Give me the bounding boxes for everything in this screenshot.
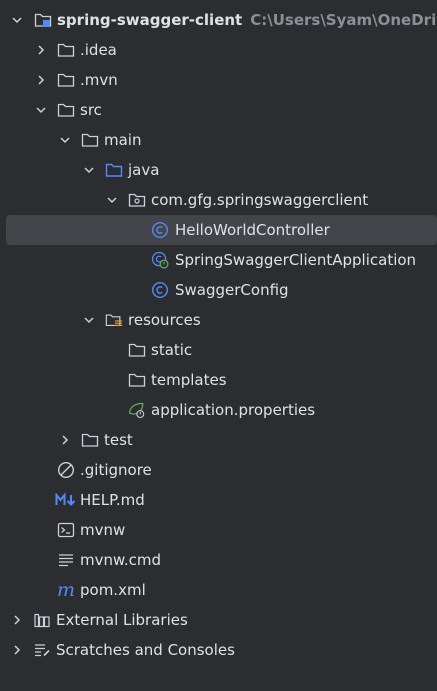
chevron-down-icon[interactable] [10, 13, 24, 27]
tree-row-java[interactable]: java [0, 155, 437, 185]
tree-item-label: .mvn [80, 71, 118, 89]
spring-properties-icon [128, 401, 146, 419]
class-icon [151, 221, 169, 239]
class-icon [151, 281, 169, 299]
module-folder-icon [34, 11, 52, 29]
tree-row-src[interactable]: src [0, 95, 437, 125]
tree-item-label: mvnw.cmd [80, 551, 162, 569]
tree-row-gitignore[interactable]: .gitignore [0, 455, 437, 485]
tree-item-label: .gitignore [80, 461, 152, 479]
tree-row-spring-app[interactable]: SpringSwaggerClientApplication [0, 245, 437, 275]
folder-icon [57, 41, 75, 59]
tree-row-pom-xml[interactable]: m pom.xml [0, 575, 437, 605]
tree-item-label: HELP.md [80, 491, 145, 509]
resources-folder-icon [105, 311, 123, 329]
tree-item-label: main [104, 131, 142, 149]
markdown-icon [55, 491, 77, 509]
package-icon [128, 191, 146, 209]
chevron-right-icon[interactable] [58, 433, 72, 447]
tree-row-mvnw[interactable]: mvnw [0, 515, 437, 545]
project-name: spring-swagger-client [57, 11, 243, 29]
chevron-down-icon[interactable] [82, 163, 96, 177]
tree-item-label: application.properties [151, 401, 316, 419]
libraries-icon [33, 611, 51, 629]
tree-item-label: src [80, 101, 102, 119]
tree-item-label: External Libraries [56, 611, 188, 629]
chevron-right-icon[interactable] [10, 613, 24, 627]
tree-item-label: mvnw [80, 521, 126, 539]
tree-row-swagger-config[interactable]: SwaggerConfig [0, 275, 437, 305]
tree-item-label: static [151, 341, 193, 359]
tree-row-idea[interactable]: .idea [0, 35, 437, 65]
folder-icon [57, 101, 75, 119]
chevron-right-icon[interactable] [10, 643, 24, 657]
chevron-down-icon[interactable] [34, 103, 48, 117]
folder-icon [81, 131, 99, 149]
tree-item-label: com.gfg.springswaggerclient [151, 191, 369, 209]
tree-row-main[interactable]: main [0, 125, 437, 155]
tree-row-resources[interactable]: resources [0, 305, 437, 335]
tree-row-test[interactable]: test [0, 425, 437, 455]
tree-row-static[interactable]: static [0, 335, 437, 365]
tree-item-label: HelloWorldController [175, 221, 330, 239]
tree-item-label: SwaggerConfig [175, 281, 289, 299]
terminal-icon [57, 521, 75, 539]
tree-item-label: SpringSwaggerClientApplication [175, 251, 417, 269]
ignore-file-icon [57, 461, 75, 479]
tree-row-mvn[interactable]: .mvn [0, 65, 437, 95]
chevron-down-icon[interactable] [105, 193, 119, 207]
scratches-icon [33, 641, 51, 659]
project-tree: spring-swagger-client C:\Users\Syam\OneDr… [0, 0, 437, 691]
folder-icon [128, 341, 146, 359]
tree-item-label: resources [128, 311, 201, 329]
tree-row-application-properties[interactable]: application.properties [0, 395, 437, 425]
chevron-down-icon[interactable] [58, 133, 72, 147]
tree-row-project-root[interactable]: spring-swagger-client C:\Users\Syam\OneDr… [0, 5, 437, 35]
tree-item-label: java [128, 161, 160, 179]
project-root-label: spring-swagger-client C:\Users\Syam\OneDr… [57, 11, 437, 29]
tree-row-package[interactable]: com.gfg.springswaggerclient [0, 185, 437, 215]
tree-row-templates[interactable]: templates [0, 365, 437, 395]
tree-row-help-md[interactable]: HELP.md [0, 485, 437, 515]
source-folder-icon [105, 161, 123, 179]
maven-icon: m [56, 579, 76, 601]
chevron-right-icon[interactable] [34, 73, 48, 87]
spring-boot-class-icon [151, 251, 169, 269]
folder-icon [81, 431, 99, 449]
text-file-icon [57, 551, 75, 569]
project-path: C:\Users\Syam\OneDrive [250, 11, 437, 29]
tree-row-hello-world-controller[interactable]: HelloWorldController [6, 215, 437, 245]
tree-item-label: test [104, 431, 133, 449]
folder-icon [57, 71, 75, 89]
tree-item-label: Scratches and Consoles [56, 641, 235, 659]
tree-row-scratches[interactable]: Scratches and Consoles [0, 635, 437, 665]
tree-item-label: pom.xml [80, 581, 146, 599]
tree-item-label: templates [151, 371, 227, 389]
chevron-right-icon[interactable] [34, 43, 48, 57]
tree-row-mvnw-cmd[interactable]: mvnw.cmd [0, 545, 437, 575]
chevron-down-icon[interactable] [82, 313, 96, 327]
tree-row-external-libraries[interactable]: External Libraries [0, 605, 437, 635]
tree-item-label: .idea [80, 41, 117, 59]
folder-icon [128, 371, 146, 389]
